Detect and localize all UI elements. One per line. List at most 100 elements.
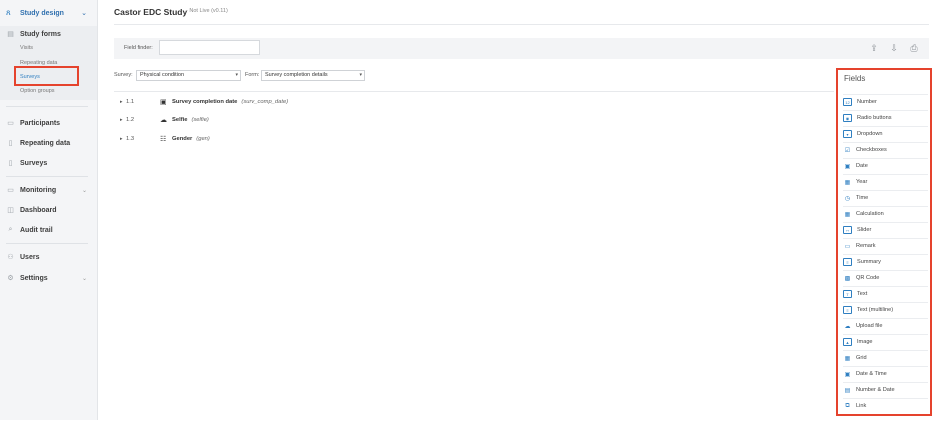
sidebar-item-label: Audit trail: [20, 226, 53, 234]
field-type-label: Radio buttons: [857, 115, 892, 121]
field-type-radio-buttons[interactable]: ◉ Radio buttons: [843, 110, 928, 125]
image-icon: ▲: [843, 338, 852, 346]
field-type-checkboxes[interactable]: ☑ Checkboxes: [843, 142, 928, 157]
field-type-link[interactable]: ⧉ Link: [843, 398, 928, 413]
field-type-year[interactable]: ▦ Year: [843, 174, 928, 189]
field-type-label: Grid: [856, 355, 867, 361]
field-type-label: Checkboxes: [856, 147, 887, 153]
field-type-slider[interactable]: ⇿ Slider: [843, 222, 928, 237]
form-icon: ▤: [7, 31, 14, 38]
field-type-label: Summary: [857, 259, 881, 265]
fields-panel: Fields 12 Number ◉ Radio buttons ▾ Dropdown…: [836, 68, 932, 416]
field-type-calculation[interactable]: ▦ Calculation: [843, 206, 928, 221]
field-type-label: Text: [857, 291, 868, 297]
field-type-text[interactable]: T Text: [843, 286, 928, 301]
sidebar-item-audit-trail[interactable]: ⌕ Audit trail: [6, 223, 53, 237]
sidebar-divider: [6, 243, 88, 244]
sidebar-link-visits[interactable]: Visits: [20, 45, 33, 51]
survey-select[interactable]: Physical condition ▾: [136, 70, 241, 81]
sidebar-item-label: Settings: [20, 274, 48, 282]
chevron-down-icon: ⌄: [82, 275, 88, 282]
radio-list-icon: ☷: [160, 136, 167, 143]
field-number: 1.3: [126, 136, 135, 142]
field-type-time[interactable]: ◷ Time: [843, 190, 928, 205]
field-row[interactable]: ▸ 1.1 ▣ Survey completion date (surv_com…: [120, 96, 288, 108]
grid-icon: ▦: [844, 355, 851, 362]
print-icon[interactable]: ⎙: [909, 43, 919, 53]
field-type-date[interactable]: ▣ Date: [843, 158, 928, 173]
sidebar-link-option-groups[interactable]: Option groups: [20, 88, 55, 94]
sitemap-icon: ጸ: [6, 8, 11, 17]
field-type-number-date[interactable]: ▤ Number & Date: [843, 382, 928, 397]
slider-icon: ⇿: [843, 226, 852, 234]
number-icon: 12: [843, 98, 852, 106]
clipboard-icon: ▯: [8, 160, 13, 167]
link-icon: ⧉: [845, 402, 850, 409]
field-type-label: Dropdown: [857, 131, 883, 137]
sidebar-item-users[interactable]: ⚇ Users: [6, 250, 39, 264]
chevron-down-icon: ⌄: [81, 10, 87, 17]
study-title: Castor EDC Study: [114, 7, 188, 17]
field-row[interactable]: ▸ 1.3 ☷ Gender (gen): [120, 133, 210, 145]
sidebar-item-surveys[interactable]: ▯ Surveys: [6, 156, 48, 170]
field-type-label: Year: [856, 179, 868, 185]
study-forms-item[interactable]: ▤ Study forms: [6, 27, 61, 41]
field-type-label: Time: [856, 195, 869, 201]
field-variable: (selfie): [191, 117, 209, 123]
users-icon: ⚇: [7, 254, 14, 261]
form-label: Form:: [245, 72, 260, 78]
upload-icon[interactable]: ⇪: [869, 43, 879, 53]
search-icon: ⌕: [8, 226, 13, 233]
field-type-dropdown[interactable]: ▾ Dropdown: [843, 126, 928, 141]
form-select-value: Survey completion details: [265, 72, 328, 78]
chevron-down-icon: ▾: [235, 72, 238, 78]
field-type-qr-code[interactable]: ▩ QR Code: [843, 270, 928, 285]
calculator-icon: ▦: [844, 211, 851, 218]
sidebar-item-label: Dashboard: [20, 206, 57, 214]
sidebar-item-repeating-data[interactable]: ▯ Repeating data: [6, 136, 71, 150]
sidebar-item-dashboard[interactable]: ◫ Dashboard: [6, 203, 57, 217]
field-type-grid[interactable]: ▦ Grid: [843, 350, 928, 365]
dashboard-icon: ◫: [7, 207, 14, 214]
field-type-label: Upload file: [856, 323, 883, 329]
field-type-upload-file[interactable]: ☁ Upload file: [843, 318, 928, 333]
upload-cloud-icon: ☁: [160, 117, 167, 124]
sidebar-item-participants[interactable]: ▭ Participants: [6, 116, 60, 130]
field-variable: (surv_comp_date): [241, 99, 289, 105]
study-design-menu[interactable]: ጸ Study design ⌄: [0, 0, 97, 26]
field-type-label: Date & Time: [856, 371, 887, 377]
field-type-label: Remark: [856, 243, 876, 249]
content-divider: [114, 91, 834, 92]
sidebar-item-settings[interactable]: ⚙ Settings ⌄: [6, 271, 87, 285]
checkboxes-icon: ☑: [844, 147, 851, 154]
sidebar-item-label: Surveys: [20, 159, 48, 167]
field-type-label: Text (multiline): [857, 307, 894, 313]
field-type-label: Calculation: [856, 211, 884, 217]
chevron-down-icon: ⌄: [82, 187, 88, 194]
field-type-image[interactable]: ▲ Image: [843, 334, 928, 349]
field-type-text-multiline[interactable]: ≡ Text (multiline): [843, 302, 928, 317]
surveys-highlight-box: [14, 66, 79, 86]
field-type-date-time[interactable]: ▣ Date & Time: [843, 366, 928, 381]
field-type-summary[interactable]: ≡ Summary: [843, 254, 928, 269]
field-type-number[interactable]: 12 Number: [843, 94, 928, 109]
field-variable: (gen): [196, 136, 210, 142]
folder-icon: ▭: [7, 120, 14, 127]
field-name: Gender: [172, 136, 193, 142]
field-type-remark[interactable]: ▭ Remark: [843, 238, 928, 253]
field-row[interactable]: ▸ 1.2 ☁ Selfie (selfie): [120, 114, 209, 126]
calendar-icon: ▣: [844, 163, 851, 170]
field-finder-input[interactable]: [159, 40, 260, 55]
study-design-label: Study design: [20, 9, 64, 17]
download-icon[interactable]: ⇩: [889, 43, 899, 53]
field-type-label: QR Code: [856, 275, 880, 281]
field-type-label: Number: [857, 99, 877, 105]
year-icon: ▦: [844, 179, 851, 186]
sidebar-divider: [6, 176, 88, 177]
sidebar-item-monitoring[interactable]: ▭ Monitoring ⌄: [6, 183, 87, 197]
monitor-icon: ▭: [7, 187, 14, 194]
form-select[interactable]: Survey completion details ▾: [261, 70, 365, 81]
dropdown-icon: ▾: [843, 130, 852, 138]
field-type-label: Slider: [857, 227, 872, 233]
survey-select-value: Physical condition: [140, 72, 185, 78]
